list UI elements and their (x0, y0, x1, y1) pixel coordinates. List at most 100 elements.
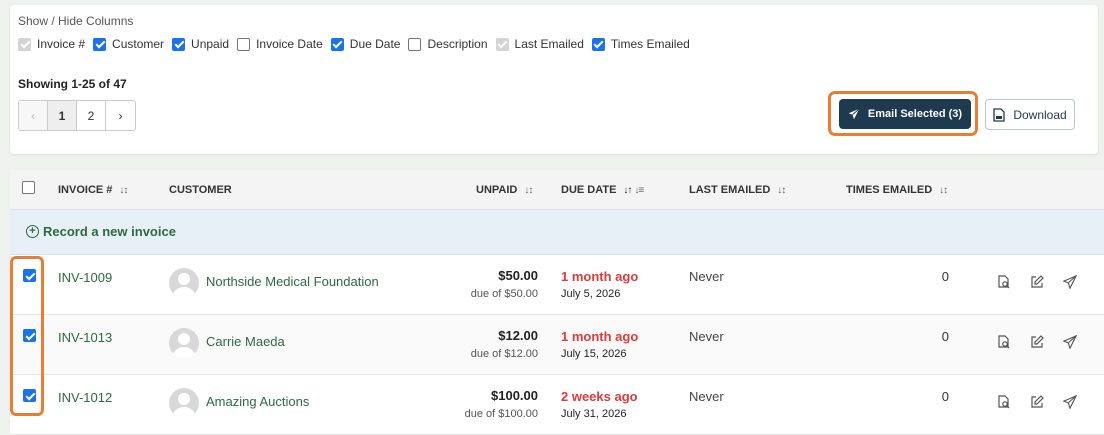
invoice-link[interactable]: INV-1012 (58, 390, 112, 405)
table-header: INVOICE # ↓↕ CUSTOMER UNPAID ↓↕ DUE DATE ↓↑… (10, 170, 1104, 210)
send-icon[interactable] (1062, 274, 1078, 290)
invoice-link[interactable]: INV-1009 (58, 270, 112, 285)
invoices-table: INVOICE # ↓↕ CUSTOMER UNPAID ↓↕ DUE DATE ↓↑… (10, 170, 1104, 435)
checkbox[interactable] (591, 37, 605, 51)
row-actions (996, 334, 1095, 350)
header-customer: CUSTOMER (169, 184, 232, 196)
view-invoice-icon[interactable] (996, 394, 1012, 410)
unpaid-amount: $100.00 (491, 388, 538, 403)
checkbox[interactable] (93, 37, 107, 51)
row-actions (996, 394, 1095, 410)
column-toggle-times-emailed[interactable]: Times Emailed (591, 37, 690, 51)
last-emailed: Never (689, 389, 724, 404)
column-toggle-due-date[interactable]: Due Date (330, 37, 401, 51)
prev-page-button[interactable]: ‹ (19, 101, 48, 130)
selected-rows-highlight (10, 256, 44, 416)
sort-icon: ↓↕ (777, 184, 786, 196)
due-of-amount: due of $50.00 (470, 288, 538, 300)
column-toggle-last-emailed: Last Emailed (495, 37, 584, 51)
send-icon[interactable] (1062, 334, 1078, 350)
header-label: CUSTOMER (169, 184, 232, 196)
column-label: Customer (112, 37, 165, 51)
unpaid-amount: $12.00 (498, 328, 538, 343)
header-unpaid[interactable]: UNPAID ↓↕ (476, 184, 533, 196)
download-label: Download (1013, 107, 1067, 122)
checkbox (495, 37, 509, 51)
next-page-button[interactable]: › (106, 101, 135, 130)
header-last-emailed[interactable]: LAST EMAILED ↓↕ (689, 184, 786, 196)
column-label: Due Date (349, 37, 401, 51)
due-of-amount: due of $12.00 (470, 348, 538, 360)
record-new-invoice-row[interactable]: + Record a new invoice (10, 210, 1104, 255)
customer-link[interactable]: Northside Medical Foundation (206, 274, 379, 289)
due-date: July 15, 2026 (561, 348, 627, 360)
record-new-invoice-link[interactable]: + Record a new invoice (26, 224, 176, 239)
column-toggle-invoice-date[interactable]: Invoice Date (237, 37, 323, 51)
page-1-button[interactable]: 1 (48, 101, 77, 130)
customer-link[interactable]: Amazing Auctions (206, 394, 309, 409)
avatar (169, 388, 199, 418)
column-toggles: Invoice # Customer Unpaid Invoice Date D… (18, 36, 698, 52)
columns-panel-title: Show / Hide Columns (18, 14, 134, 28)
page-2-button[interactable]: 2 (77, 101, 106, 130)
header-invoice[interactable]: INVOICE # ↓↕ (58, 184, 128, 196)
edit-icon[interactable] (1029, 274, 1045, 290)
column-toggle-description[interactable]: Description (408, 37, 488, 51)
header-label: TIMES EMAILED (846, 184, 933, 196)
last-emailed: Never (689, 269, 724, 284)
edit-icon[interactable] (1029, 334, 1045, 350)
invoice-link[interactable]: INV-1013 (58, 330, 112, 345)
times-emailed: 0 (941, 329, 949, 344)
view-invoice-icon[interactable] (996, 274, 1012, 290)
checkbox[interactable] (172, 37, 186, 51)
checkbox (18, 37, 31, 51)
table-row: INV-1012 Amazing Auctions $100.00 due of… (10, 375, 1104, 435)
due-relative: 1 month ago (561, 269, 639, 284)
due-of-amount: due of $100.00 (464, 408, 538, 420)
header-label: UNPAID (476, 184, 518, 196)
checkbox[interactable] (237, 37, 251, 51)
table-row: INV-1009 Northside Medical Foundation $5… (10, 255, 1104, 315)
header-times-emailed[interactable]: TIMES EMAILED ↓↕ (846, 184, 948, 196)
column-label: Times Emailed (610, 37, 690, 51)
column-label: Last Emailed (514, 37, 584, 51)
avatar (169, 328, 199, 358)
due-relative: 2 weeks ago (561, 389, 638, 404)
column-toggle-customer[interactable]: Customer (93, 37, 164, 51)
column-label: Invoice # (37, 37, 86, 51)
unpaid-amount: $50.00 (498, 268, 538, 283)
sort-icon: ↓↕ (119, 184, 128, 196)
due-relative: 1 month ago (561, 329, 639, 344)
send-icon[interactable] (1062, 394, 1078, 410)
customer-link[interactable]: Carrie Maeda (206, 334, 285, 349)
email-selected-button[interactable]: Email Selected (3) (839, 99, 971, 129)
select-all-checkbox[interactable] (22, 181, 35, 194)
plus-circle-icon: + (26, 225, 39, 238)
header-label: INVOICE # (58, 184, 113, 196)
sort-active-icon: ↓↑ (623, 184, 632, 196)
sort-icon: ↓↕ (939, 184, 948, 196)
checkbox[interactable] (330, 37, 344, 51)
record-new-invoice-label: Record a new invoice (43, 224, 176, 239)
column-label: Description (427, 37, 488, 51)
avatar (169, 268, 199, 298)
table-row: INV-1013 Carrie Maeda $12.00 due of $12.… (10, 315, 1104, 375)
times-emailed: 0 (941, 269, 949, 284)
due-date: July 31, 2026 (561, 408, 627, 420)
due-date: July 5, 2026 (561, 288, 621, 300)
checkbox[interactable] (408, 37, 422, 51)
times-emailed: 0 (941, 389, 949, 404)
header-label: LAST EMAILED (689, 184, 771, 196)
edit-icon[interactable] (1029, 394, 1045, 410)
download-button[interactable]: Download (985, 99, 1075, 130)
row-actions (996, 274, 1095, 290)
sort-order-icon: ↓≡ (634, 184, 644, 196)
last-emailed: Never (689, 329, 724, 344)
showing-count: Showing 1-25 of 47 (18, 77, 127, 91)
sort-icon: ↓↕ (524, 184, 533, 196)
header-label: DUE DATE (561, 184, 617, 196)
header-due-date[interactable]: DUE DATE ↓↑ ↓≡ (561, 184, 644, 196)
view-invoice-icon[interactable] (996, 334, 1012, 350)
column-toggle-unpaid[interactable]: Unpaid (172, 37, 229, 51)
send-icon (848, 108, 860, 120)
